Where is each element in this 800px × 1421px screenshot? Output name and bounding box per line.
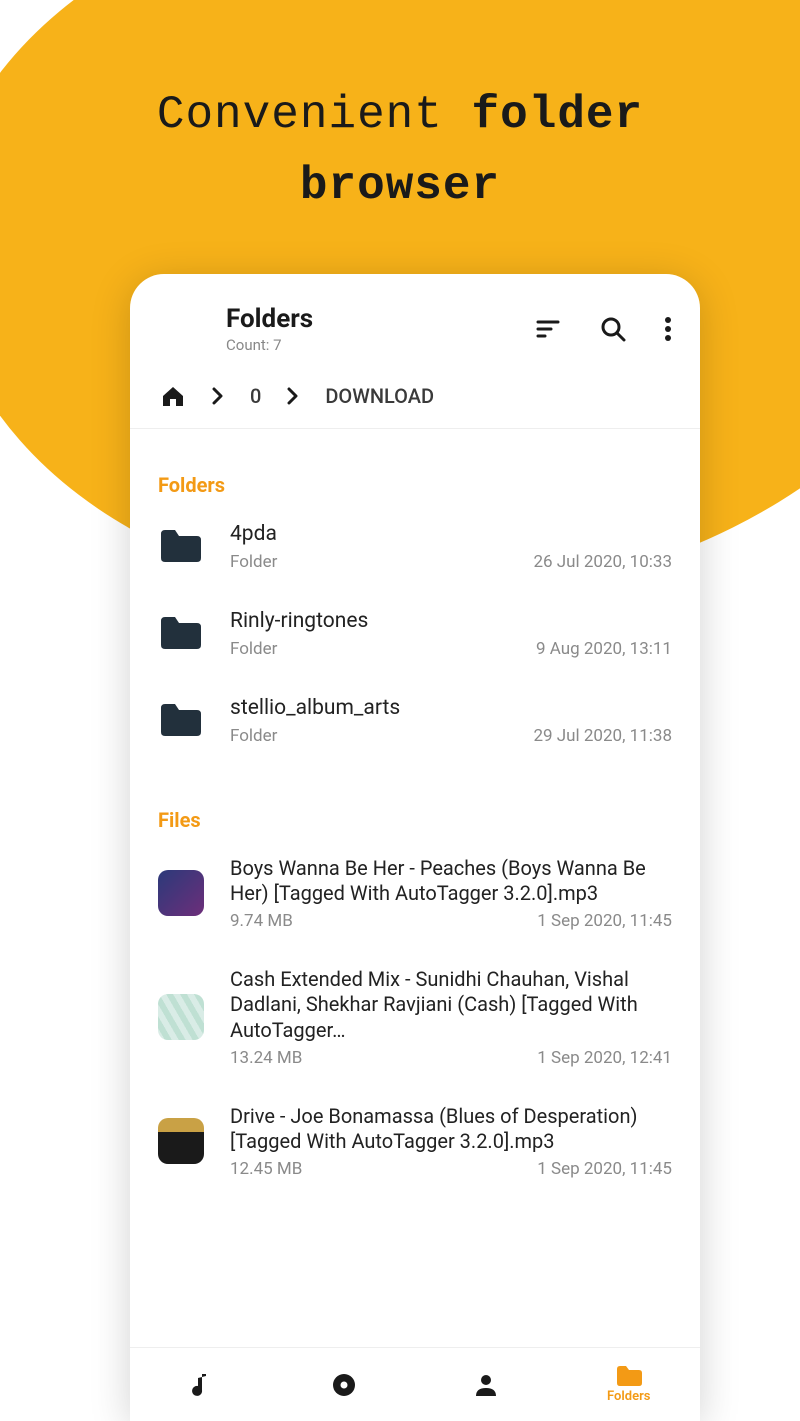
file-row[interactable]: Drive - Joe Bonamassa (Blues of Desperat… xyxy=(152,1086,678,1197)
page-count: Count: 7 xyxy=(226,336,536,354)
folder-icon xyxy=(615,1365,643,1387)
file-name: Boys Wanna Be Her - Peaches (Boys Wanna … xyxy=(230,856,672,907)
file-date: 1 Sep 2020, 12:41 xyxy=(537,1048,672,1068)
nav-albums[interactable] xyxy=(273,1372,416,1398)
file-date: 1 Sep 2020, 11:45 xyxy=(537,911,672,931)
promo-headline: Convenient folder browser xyxy=(0,80,800,223)
folder-type: Folder xyxy=(230,726,277,746)
app-header: Folders Count: 7 xyxy=(130,274,700,366)
chevron-right-icon xyxy=(287,387,299,405)
file-list: Boys Wanna Be Her - Peaches (Boys Wanna … xyxy=(130,838,700,1197)
file-name: Cash Extended Mix - Sunidhi Chauhan, Vis… xyxy=(230,967,672,1044)
file-size: 12.45 MB xyxy=(230,1159,302,1179)
header-actions xyxy=(536,316,672,342)
folder-type: Folder xyxy=(230,552,277,572)
file-row[interactable]: Boys Wanna Be Her - Peaches (Boys Wanna … xyxy=(152,838,678,949)
folder-list: 4pda Folder 26 Jul 2020, 10:33 Rinly-rin… xyxy=(130,503,700,764)
folder-row-main: stellio_album_arts Folder 29 Jul 2020, 1… xyxy=(230,695,672,746)
phone-frame: Folders Count: 7 0 DOWNLOAD Fold xyxy=(130,274,700,1421)
folder-date: 9 Aug 2020, 13:11 xyxy=(536,639,672,659)
person-icon xyxy=(474,1372,498,1398)
bottom-nav: Folders xyxy=(130,1347,700,1421)
album-art-icon xyxy=(158,870,204,916)
folder-icon xyxy=(158,523,204,569)
album-art-icon xyxy=(158,1118,204,1164)
search-icon[interactable] xyxy=(600,316,626,342)
file-date: 1 Sep 2020, 11:45 xyxy=(537,1159,672,1179)
file-row-main: Cash Extended Mix - Sunidhi Chauhan, Vis… xyxy=(230,967,672,1068)
breadcrumb: 0 DOWNLOAD xyxy=(130,366,700,429)
breadcrumb-segment[interactable]: 0 xyxy=(250,384,261,408)
folder-row[interactable]: stellio_album_arts Folder 29 Jul 2020, 1… xyxy=(152,677,678,764)
folder-name: 4pda xyxy=(230,521,672,548)
file-size: 9.74 MB xyxy=(230,911,293,931)
content-area: Folders 4pda Folder 26 Jul 2020, 10:33 xyxy=(130,429,700,1347)
section-label-folders: Folders xyxy=(130,429,700,503)
folder-type: Folder xyxy=(230,639,277,659)
folder-date: 26 Jul 2020, 10:33 xyxy=(533,552,672,572)
menu-icon[interactable] xyxy=(158,320,184,338)
nav-folders[interactable]: Folders xyxy=(558,1365,701,1404)
folder-icon xyxy=(158,697,204,743)
album-art-icon xyxy=(158,994,204,1040)
music-note-icon xyxy=(190,1372,212,1398)
page-title: Folders xyxy=(226,304,536,334)
chevron-right-icon xyxy=(212,387,224,405)
folder-name: Rinly-ringtones xyxy=(230,608,672,635)
sort-icon[interactable] xyxy=(536,319,562,339)
folder-row[interactable]: Rinly-ringtones Folder 9 Aug 2020, 13:11 xyxy=(152,590,678,677)
file-row-main: Boys Wanna Be Her - Peaches (Boys Wanna … xyxy=(230,856,672,931)
breadcrumb-segment[interactable]: DOWNLOAD xyxy=(325,384,434,408)
folder-icon xyxy=(158,610,204,656)
home-icon[interactable] xyxy=(160,384,186,408)
more-icon[interactable] xyxy=(664,316,672,342)
nav-folders-label: Folders xyxy=(607,1389,650,1404)
folder-row-main: 4pda Folder 26 Jul 2020, 10:33 xyxy=(230,521,672,572)
promo-headline-bold-a: folder xyxy=(472,89,644,141)
section-label-files: Files xyxy=(130,764,700,838)
file-row[interactable]: Cash Extended Mix - Sunidhi Chauhan, Vis… xyxy=(152,949,678,1086)
nav-songs[interactable] xyxy=(130,1372,273,1398)
promo-headline-light: Convenient xyxy=(157,89,443,141)
file-size: 13.24 MB xyxy=(230,1048,302,1068)
promo-headline-bold-b: browser xyxy=(300,160,500,212)
folder-date: 29 Jul 2020, 11:38 xyxy=(533,726,672,746)
nav-artists[interactable] xyxy=(415,1372,558,1398)
file-row-main: Drive - Joe Bonamassa (Blues of Desperat… xyxy=(230,1104,672,1179)
header-title-block: Folders Count: 7 xyxy=(226,304,536,354)
folder-name: stellio_album_arts xyxy=(230,695,672,722)
folder-row[interactable]: 4pda Folder 26 Jul 2020, 10:33 xyxy=(152,503,678,590)
disc-icon xyxy=(331,1372,357,1398)
folder-row-main: Rinly-ringtones Folder 9 Aug 2020, 13:11 xyxy=(230,608,672,659)
file-name: Drive - Joe Bonamassa (Blues of Desperat… xyxy=(230,1104,672,1155)
